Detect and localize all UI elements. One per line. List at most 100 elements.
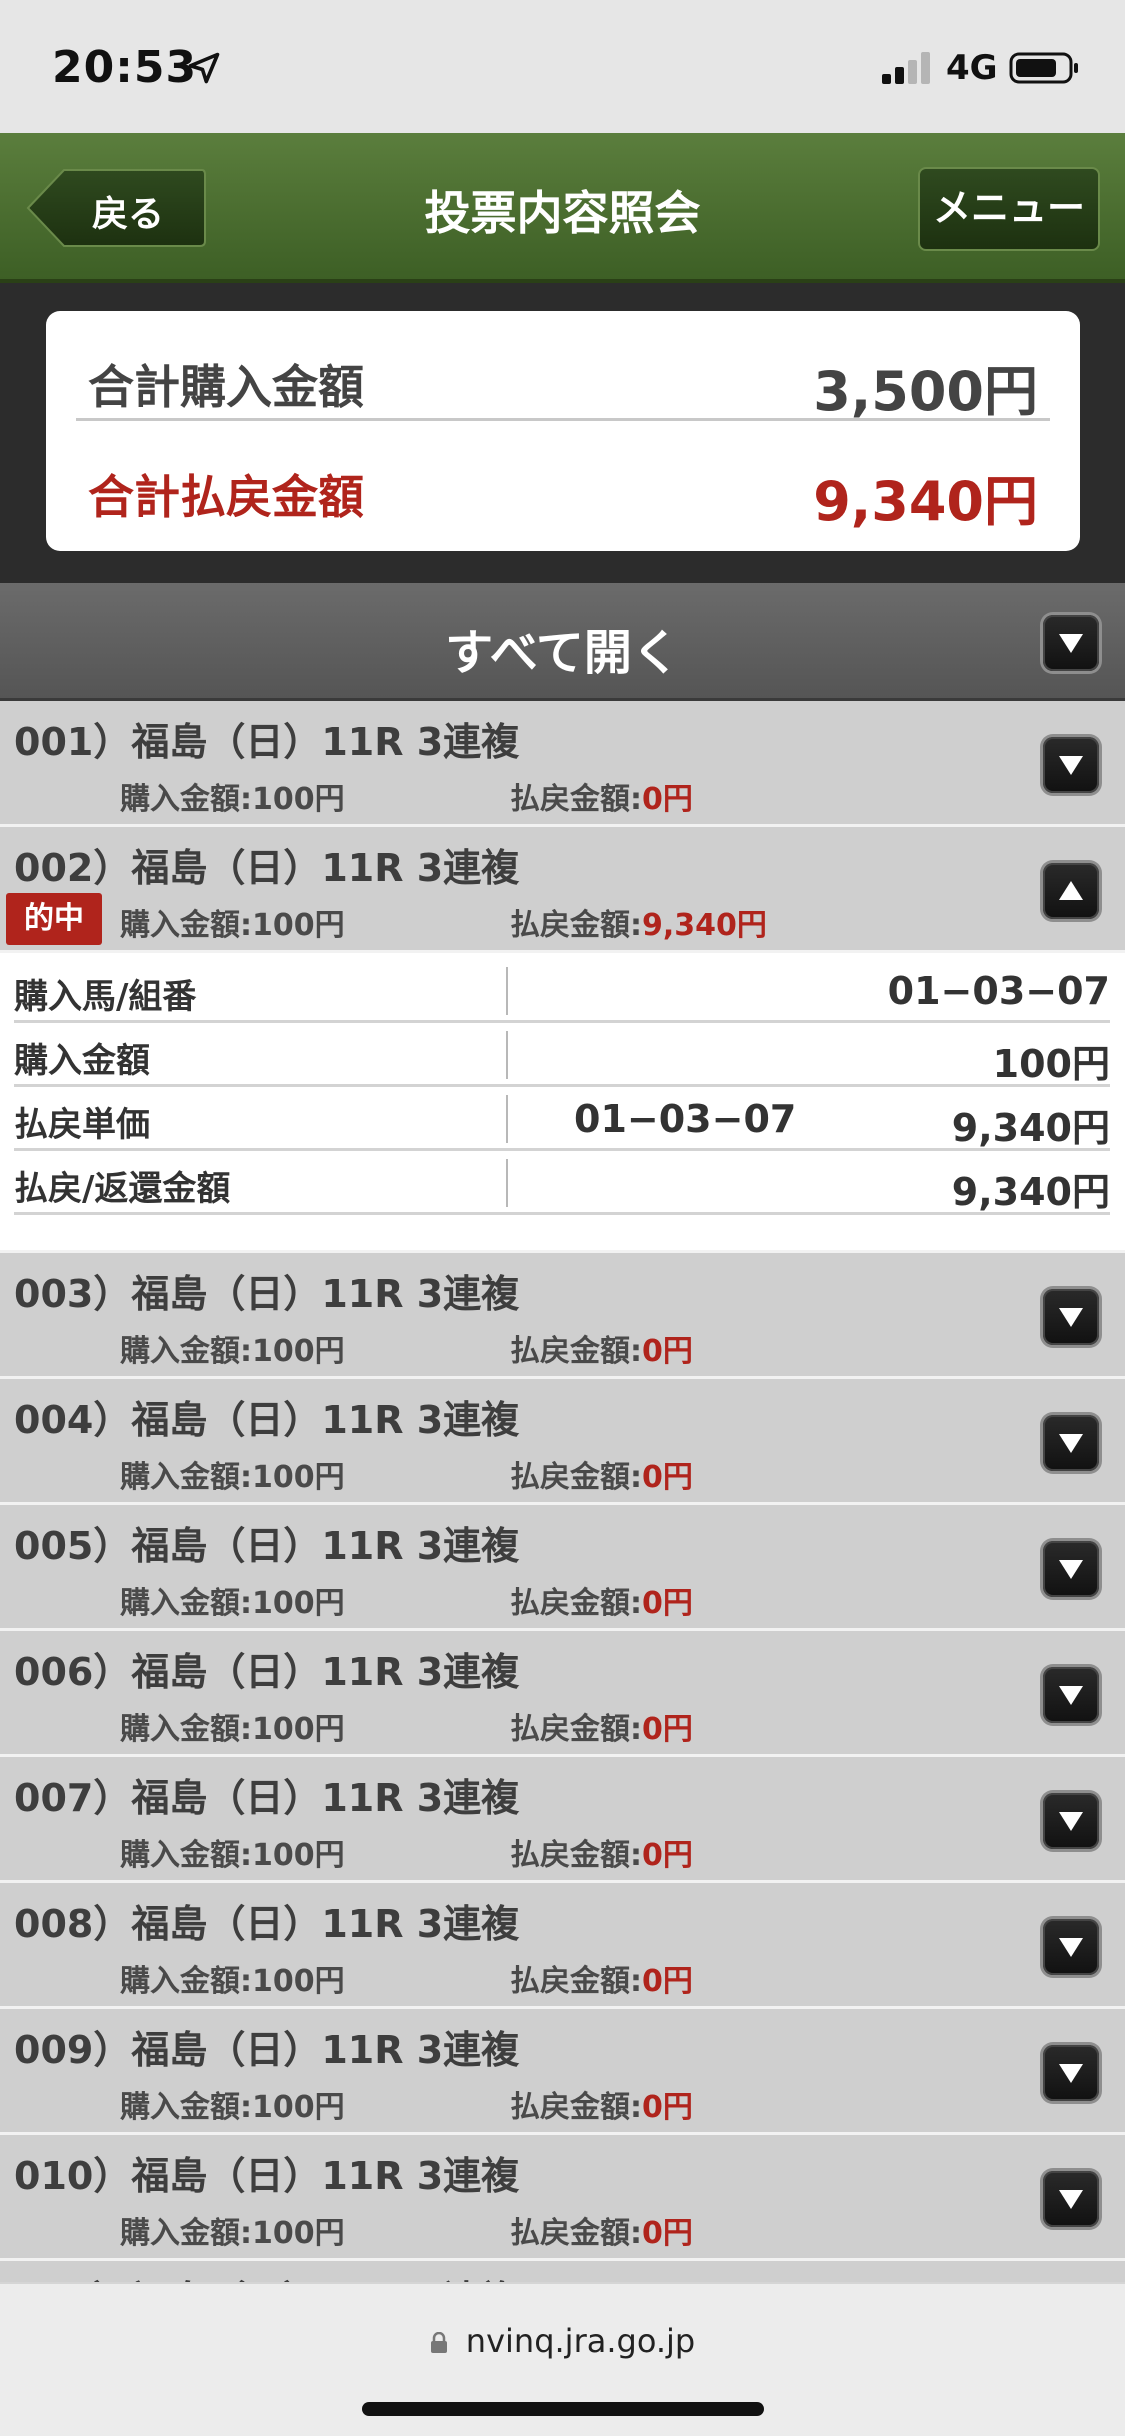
detail-value: 9,340円 [951, 1106, 1110, 1150]
battery-icon [1009, 52, 1078, 84]
detail-value: 01−03−07 [887, 969, 1110, 1013]
purchase-amount: 購入金額:100円 [120, 1460, 345, 1495]
chevron-down-icon [1059, 2064, 1083, 2083]
status-time: 20:53 [52, 42, 198, 93]
list-item[interactable]: 002）福島（日）11R 3連複 的中 購入金額:100円 払戻金額:9,340… [0, 827, 1125, 953]
detail-value: 100円 [992, 1042, 1110, 1086]
ticket-title: 006）福島（日）11R 3連複 [14, 1650, 520, 1694]
expand-button[interactable] [1043, 2045, 1099, 2101]
purchase-amount: 購入金額:100円 [120, 1964, 345, 1999]
detail-label: 購入馬/組番 [14, 977, 197, 1017]
chevron-down-icon [1059, 1560, 1083, 1579]
ticket-title: 009）福島（日）11R 3連複 [14, 2028, 520, 2072]
expand-button[interactable] [1043, 1667, 1099, 1723]
ticket-title: 001）福島（日）11R 3連複 [14, 720, 520, 764]
chevron-down-icon [1059, 634, 1083, 653]
purchase-amount: 購入金額:100円 [120, 782, 345, 817]
column-divider [506, 1159, 508, 1207]
column-divider [506, 1095, 508, 1143]
column-divider [506, 1031, 508, 1079]
chevron-up-icon [1059, 881, 1083, 900]
total-purchase-value: 3,500円 [813, 360, 1038, 423]
expand-button[interactable] [1043, 1919, 1099, 1975]
status-bar: 20:53 4G [0, 0, 1125, 133]
purchase-amount: 購入金額:100円 [120, 1712, 345, 1747]
ticket-title: 007）福島（日）11R 3連複 [14, 1776, 520, 1820]
menu-button[interactable]: メニュー [918, 167, 1100, 251]
ticket-list: 001）福島（日）11R 3連複 購入金額:100円 払戻金額:0円 002）福… [0, 701, 1125, 2291]
detail-label: 払戻単価 [14, 1105, 150, 1145]
purchase-amount: 購入金額:100円 [120, 1334, 345, 1369]
purchase-amount: 購入金額:100円 [120, 1838, 345, 1873]
chevron-down-icon [1059, 1938, 1083, 1957]
payout-amount: 払戻金額:0円 [510, 2216, 693, 2251]
hit-badge: 的中 [6, 893, 102, 945]
ticket-detail-table: 購入馬/組番 01−03−07 購入金額 100円 払戻単価 01−03−07 … [0, 953, 1125, 1253]
purchase-amount: 購入金額:100円 [120, 1586, 345, 1621]
summary-card: 合計購入金額 3,500円 合計払戻金額 9,340円 [46, 311, 1080, 551]
home-indicator[interactable] [362, 2402, 764, 2416]
location-arrow-icon [188, 52, 220, 84]
detail-row-refund: 払戻/返還金額 9,340円 [14, 1151, 1110, 1215]
list-item[interactable]: 003）福島（日）11R 3連複 購入金額:100円 払戻金額:0円 [0, 1253, 1125, 1379]
chevron-down-icon [1059, 1434, 1083, 1453]
total-payout-row: 合計払戻金額 9,340円 [76, 421, 1050, 533]
expand-button[interactable] [1043, 1793, 1099, 1849]
chevron-down-icon [1059, 1812, 1083, 1831]
open-all-bar[interactable]: すべて開く [0, 583, 1125, 701]
list-item[interactable]: 001）福島（日）11R 3連複 購入金額:100円 払戻金額:0円 [0, 701, 1125, 827]
purchase-amount: 購入金額:100円 [120, 908, 345, 943]
expand-button[interactable] [1043, 737, 1099, 793]
list-item[interactable]: 010）福島（日）11R 3連複 購入金額:100円 払戻金額:0円 [0, 2135, 1125, 2261]
purchase-amount: 購入金額:100円 [120, 2216, 345, 2251]
total-payout-value: 9,340円 [813, 470, 1038, 533]
detail-row-unit-price: 払戻単価 01−03−07 9,340円 [14, 1087, 1110, 1151]
payout-amount: 払戻金額:0円 [510, 1334, 693, 1369]
ticket-title: 010）福島（日）11R 3連複 [14, 2154, 520, 2198]
open-all-label: すべて開く [445, 625, 680, 681]
chevron-down-icon [1059, 756, 1083, 775]
ticket-title: 005）福島（日）11R 3連複 [14, 1524, 520, 1568]
total-payout-label: 合計払戻金額 [88, 470, 364, 524]
list-item[interactable]: 007）福島（日）11R 3連複 購入金額:100円 払戻金額:0円 [0, 1757, 1125, 1883]
expand-button[interactable] [1043, 1289, 1099, 1345]
expand-button[interactable] [1043, 1415, 1099, 1471]
detail-row-amount: 購入金額 100円 [14, 1023, 1110, 1087]
list-item[interactable]: 005）福島（日）11R 3連複 購入金額:100円 払戻金額:0円 [0, 1505, 1125, 1631]
url-text: nvinq.jra.go.jp [465, 2322, 696, 2360]
total-purchase-row: 合計購入金額 3,500円 [76, 311, 1050, 423]
ticket-title: 002）福島（日）11R 3連複 [14, 846, 520, 890]
lock-icon [430, 2332, 447, 2353]
list-item[interactable]: 006）福島（日）11R 3連複 購入金額:100円 払戻金額:0円 [0, 1631, 1125, 1757]
chevron-down-icon [1059, 1308, 1083, 1327]
payout-amount: 払戻金額:0円 [510, 782, 693, 817]
column-divider [506, 967, 508, 1015]
nav-bar: 戻る 投票内容照会 メニュー [0, 133, 1125, 283]
collapse-button[interactable] [1043, 863, 1099, 919]
network-type: 4G [946, 48, 998, 88]
payout-amount: 払戻金額:0円 [510, 1712, 693, 1747]
payout-amount: 払戻金額:0円 [510, 1964, 693, 1999]
chevron-down-icon [1059, 1686, 1083, 1705]
list-item[interactable]: 008）福島（日）11R 3連複 購入金額:100円 払戻金額:0円 [0, 1883, 1125, 2009]
cellular-signal-icon [882, 52, 930, 84]
payout-amount: 払戻金額:0円 [510, 2090, 693, 2125]
detail-label: 払戻/返還金額 [14, 1169, 231, 1209]
detail-label: 購入金額 [14, 1041, 150, 1081]
purchase-amount: 購入金額:100円 [120, 2090, 345, 2125]
list-item[interactable]: 004）福島（日）11R 3連複 購入金額:100円 払戻金額:0円 [0, 1379, 1125, 1505]
address-bar[interactable]: nvinq.jra.go.jp [0, 2322, 1125, 2360]
browser-bottom-bar: nvinq.jra.go.jp [0, 2282, 1125, 2436]
payout-amount: 払戻金額:9,340円 [510, 908, 767, 943]
payout-amount: 払戻金額:0円 [510, 1838, 693, 1873]
ticket-title: 008）福島（日）11R 3連複 [14, 1902, 520, 1946]
expand-button[interactable] [1043, 2171, 1099, 2227]
chevron-down-icon [1059, 2190, 1083, 2209]
payout-amount: 払戻金額:0円 [510, 1460, 693, 1495]
expand-all-button[interactable] [1043, 615, 1099, 671]
ticket-title: 004）福島（日）11R 3連複 [14, 1398, 520, 1442]
expand-button[interactable] [1043, 1541, 1099, 1597]
list-item[interactable]: 009）福島（日）11R 3連複 購入金額:100円 払戻金額:0円 [0, 2009, 1125, 2135]
total-purchase-label: 合計購入金額 [88, 360, 364, 414]
summary-section: 合計購入金額 3,500円 合計払戻金額 9,340円 [0, 283, 1125, 583]
